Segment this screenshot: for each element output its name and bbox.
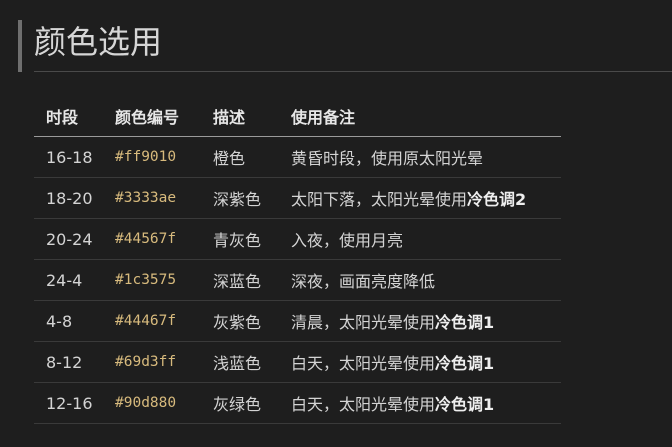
cell-period: 24-4 (34, 259, 103, 301)
note-text: 入夜，使用月亮 (291, 231, 404, 250)
cell-color-code: #3333ae (103, 177, 201, 219)
cell-usage-note: 太阳下落，太阳光晕使用冷色调2 (279, 177, 561, 219)
cell-period: 8-12 (34, 341, 103, 383)
note-text: 白天，太阳光晕使用 (291, 354, 436, 373)
note-text: 白天，太阳光晕使用 (291, 395, 436, 414)
cell-color-code: #ff9010 (103, 136, 201, 178)
color-table: 时段 颜色编号 描述 使用备注 16-18 #ff9010 橙色 黄昏时段，使用… (34, 96, 561, 424)
cell-usage-note: 白天，太阳光晕使用冷色调1 (279, 382, 561, 424)
header-description: 描述 (201, 96, 279, 137)
note-text: 黄昏时段，使用原太阳光晕 (291, 149, 484, 168)
cell-color-code: #90d880 (103, 382, 201, 424)
header-usage-note: 使用备注 (279, 96, 561, 137)
note-bold-text: 冷色调1 (435, 313, 495, 332)
cell-period: 4-8 (34, 300, 103, 342)
note-bold-text: 冷色调2 (467, 190, 527, 209)
note-text: 太阳下落，太阳光晕使用 (291, 190, 468, 209)
note-bold-text: 冷色调1 (435, 395, 495, 414)
cell-period: 16-18 (34, 136, 103, 178)
cell-description: 灰绿色 (201, 382, 279, 424)
cell-description: 灰紫色 (201, 300, 279, 342)
header-color-code: 颜色编号 (103, 96, 201, 137)
table-row: 12-16 #90d880 灰绿色 白天，太阳光晕使用冷色调1 (34, 382, 561, 424)
table-row: 8-12 #69d3ff 浅蓝色 白天，太阳光晕使用冷色调1 (34, 341, 561, 383)
table-row: 20-24 #44567f 青灰色 入夜，使用月亮 (34, 218, 561, 260)
document-page: 颜色选用 时段 颜色编号 描述 使用备注 16-18 #ff9010 橙色 黄昏… (0, 0, 672, 447)
cell-color-code: #69d3ff (103, 341, 201, 383)
cell-period: 12-16 (34, 382, 103, 424)
cell-period: 18-20 (34, 177, 103, 219)
cell-color-code: #44567f (103, 218, 201, 260)
page-title: 颜色选用 (34, 23, 163, 61)
table-row: 16-18 #ff9010 橙色 黄昏时段，使用原太阳光晕 (34, 136, 561, 178)
note-text: 深夜，画面亮度降低 (291, 272, 436, 291)
table-row: 18-20 #3333ae 深紫色 太阳下落，太阳光晕使用冷色调2 (34, 177, 561, 219)
cell-description: 青灰色 (201, 218, 279, 260)
cell-color-code: #1c3575 (103, 259, 201, 301)
cell-description: 深紫色 (201, 177, 279, 219)
heading-accent-bar (18, 20, 22, 72)
cell-usage-note: 深夜，画面亮度降低 (279, 259, 561, 301)
table-header-row: 时段 颜色编号 描述 使用备注 (34, 96, 561, 137)
table-row: 4-8 #44467f 灰紫色 清晨，太阳光晕使用冷色调1 (34, 300, 561, 342)
cell-description: 深蓝色 (201, 259, 279, 301)
table-row: 24-4 #1c3575 深蓝色 深夜，画面亮度降低 (34, 259, 561, 301)
cell-usage-note: 白天，太阳光晕使用冷色调1 (279, 341, 561, 383)
note-bold-text: 冷色调1 (435, 354, 495, 373)
header-period: 时段 (34, 96, 103, 137)
cell-period: 20-24 (34, 218, 103, 260)
cell-description: 橙色 (201, 136, 279, 178)
cell-usage-note: 清晨，太阳光晕使用冷色调1 (279, 300, 561, 342)
section-heading: 颜色选用 (18, 20, 672, 72)
cell-usage-note: 黄昏时段，使用原太阳光晕 (279, 136, 561, 178)
heading-divider (34, 71, 672, 72)
cell-usage-note: 入夜，使用月亮 (279, 218, 561, 260)
note-text: 清晨，太阳光晕使用 (291, 313, 436, 332)
cell-color-code: #44467f (103, 300, 201, 342)
cell-description: 浅蓝色 (201, 341, 279, 383)
